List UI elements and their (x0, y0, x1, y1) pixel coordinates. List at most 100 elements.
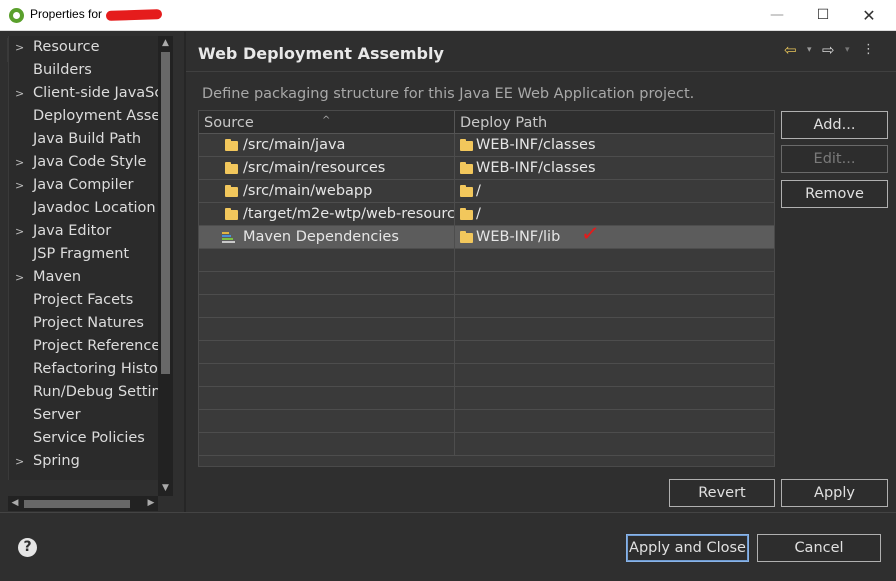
sidebar-item[interactable]: > Client-side JavaScript (9, 82, 158, 105)
table-row[interactable]: /src/main/webapp / (199, 180, 774, 203)
page-description: Define packaging structure for this Java… (202, 86, 695, 102)
sidebar-item[interactable]: Refactoring History (9, 358, 158, 381)
table-row[interactable]: /target/m2e-wtp/web-resources / (199, 203, 774, 226)
apply-and-close-button[interactable]: Apply and Close (626, 534, 749, 562)
source-cell (199, 249, 455, 272)
sidebar-item[interactable]: > Java Editor (9, 220, 158, 243)
sidebar-item[interactable]: > Resource (9, 36, 158, 59)
empty-table-row (199, 295, 774, 318)
scroll-right-icon[interactable]: ▶ (144, 496, 158, 511)
sidebar-item-label: Spring (33, 453, 80, 469)
forward-dropdown-icon[interactable]: ▾ (845, 41, 850, 59)
chevron-right-icon[interactable]: > (15, 151, 27, 174)
edit-button[interactable]: Edit... (781, 145, 888, 173)
deploy-path-cell (455, 318, 774, 341)
view-menu-icon[interactable]: ⋮ (862, 41, 875, 59)
deploy-path-cell (455, 364, 774, 387)
revert-button[interactable]: Revert (669, 479, 775, 507)
empty-table-row (199, 433, 774, 456)
tree-horizontal-scrollbar[interactable]: ◀ ▶ (8, 496, 158, 511)
back-dropdown-icon[interactable]: ▾ (807, 41, 812, 59)
table-header: Source ^ Deploy Path (199, 111, 774, 134)
sidebar-item-label: Client-side JavaScript (33, 85, 158, 101)
column-header-deploy-path[interactable]: Deploy Path (455, 111, 774, 134)
sidebar-item[interactable]: Deployment Assembly (9, 105, 158, 128)
sidebar-item-label: Project References (33, 338, 158, 354)
deploy-path-label: WEB-INF/classes (476, 137, 596, 153)
sidebar-item[interactable]: Builders (9, 59, 158, 82)
sidebar-item-label: Java Code Style (33, 154, 147, 170)
scroll-thumb[interactable] (161, 52, 170, 374)
chevron-right-icon[interactable]: > (15, 450, 27, 473)
source-cell: /src/main/resources (199, 157, 455, 180)
redacted-project-name (105, 9, 163, 21)
table-row[interactable]: Maven Dependencies WEB-INF/lib (199, 226, 774, 249)
sidebar-item[interactable]: Java Build Path (9, 128, 158, 151)
scroll-down-icon[interactable]: ▼ (158, 481, 173, 496)
help-icon[interactable]: ? (18, 538, 37, 557)
scroll-up-icon[interactable]: ▲ (158, 36, 173, 51)
sidebar-item[interactable]: Project Natures (9, 312, 158, 335)
chevron-right-icon[interactable]: > (15, 266, 27, 289)
maximize-button[interactable]: ☐ (800, 0, 846, 31)
page-header: Web Deployment Assembly ⇦ ▾ ⇨ ▾ ⋮ (186, 32, 896, 72)
deployment-table: Source ^ Deploy Path /src/main/java WEB-I… (198, 110, 775, 467)
panel-splitter[interactable] (184, 32, 186, 512)
sidebar-item[interactable]: Service Policies (9, 427, 158, 450)
deploy-path-cell: WEB-INF/classes (455, 157, 774, 180)
sidebar-item-label: Project Natures (33, 315, 144, 331)
column-header-source[interactable]: Source ^ (199, 111, 455, 134)
source-label: /target/m2e-wtp/web-resources (243, 206, 455, 222)
deploy-path-cell (455, 249, 774, 272)
source-cell (199, 433, 455, 456)
sidebar-item[interactable]: > Spring (9, 450, 158, 473)
minimize-button[interactable]: — (754, 0, 800, 31)
sidebar-item-label: Refactoring History (33, 361, 158, 377)
source-cell (199, 410, 455, 433)
empty-table-row (199, 272, 774, 295)
table-row[interactable]: /src/main/resources WEB-INF/classes (199, 157, 774, 180)
chevron-right-icon[interactable]: > (15, 36, 27, 59)
sidebar-item[interactable]: Project Facets (9, 289, 158, 312)
sidebar-item[interactable]: Server (9, 404, 158, 427)
folder-icon (460, 139, 473, 151)
tree-vertical-scrollbar[interactable]: ▲ ▼ (158, 36, 173, 496)
scroll-left-icon[interactable]: ◀ (8, 496, 22, 511)
sidebar-item[interactable]: Run/Debug Settings (9, 381, 158, 404)
sidebar-item[interactable]: > Java Compiler (9, 174, 158, 197)
empty-table-row (199, 364, 774, 387)
back-arrow-icon[interactable]: ⇦ (784, 41, 797, 59)
source-cell (199, 272, 455, 295)
folder-icon (225, 185, 238, 197)
folder-icon (225, 139, 238, 151)
folder-icon (225, 208, 238, 220)
deploy-path-cell (455, 272, 774, 295)
sidebar-item[interactable]: > Java Code Style (9, 151, 158, 174)
apply-button[interactable]: Apply (781, 479, 888, 507)
cancel-button[interactable]: Cancel (757, 534, 881, 562)
remove-button[interactable]: Remove (781, 180, 888, 208)
empty-table-row (199, 249, 774, 272)
source-cell (199, 318, 455, 341)
source-label: Maven Dependencies (243, 229, 399, 245)
chevron-right-icon[interactable]: > (15, 82, 27, 105)
source-cell (199, 364, 455, 387)
close-window-button[interactable]: ✕ (846, 0, 892, 31)
chevron-right-icon[interactable]: > (15, 174, 27, 197)
sidebar-item[interactable]: > Maven (9, 266, 158, 289)
deploy-path-cell: WEB-INF/lib (455, 226, 774, 249)
sidebar-item-label: Builders (33, 62, 92, 78)
sidebar-item[interactable]: JSP Fragment (9, 243, 158, 266)
hscroll-thumb[interactable] (24, 500, 130, 508)
forward-arrow-icon[interactable]: ⇨ (822, 41, 835, 59)
deploy-path-cell (455, 433, 774, 456)
sidebar-item-label: Service Policies (33, 430, 145, 446)
source-cell (199, 295, 455, 318)
sidebar-item[interactable]: Javadoc Location (9, 197, 158, 220)
add-button[interactable]: Add... (781, 111, 888, 139)
deploy-path-cell: WEB-INF/classes (455, 134, 774, 157)
sidebar-item[interactable]: Project References (9, 335, 158, 358)
chevron-right-icon[interactable]: > (15, 220, 27, 243)
table-row[interactable]: /src/main/java WEB-INF/classes (199, 134, 774, 157)
deploy-path-cell (455, 410, 774, 433)
